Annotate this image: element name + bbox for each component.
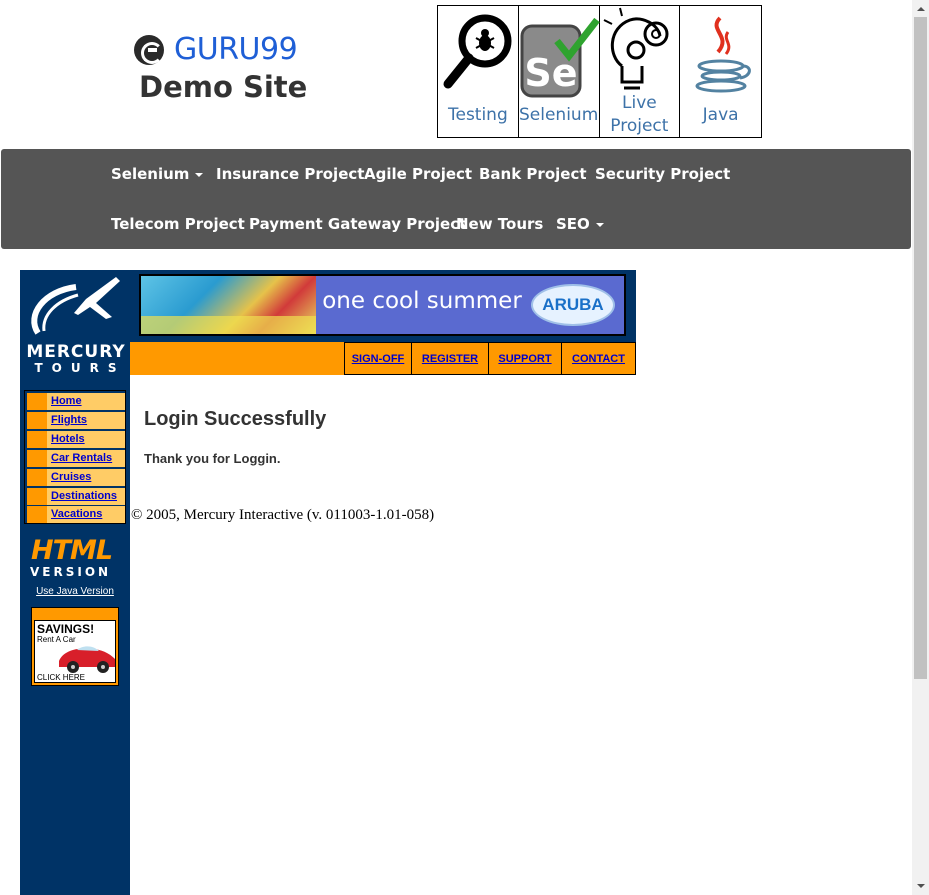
main-navbar: Selenium Insurance Project Agile Project… <box>1 149 911 249</box>
nav-selenium-dropdown[interactable]: Selenium <box>111 165 204 183</box>
savings-title: SAVINGS! <box>37 622 95 636</box>
page-title: Login Successfully <box>144 408 327 430</box>
html-version-logo: HTML VERSION <box>28 535 122 583</box>
register-link[interactable]: REGISTER <box>411 342 489 375</box>
guru99-brand-text: GURU99 <box>174 32 298 67</box>
menu-item-flights[interactable]: Flights <box>27 412 125 429</box>
plane-swoosh-icon <box>31 277 120 335</box>
red-car-icon <box>59 646 115 673</box>
lightbulb-gears-icon <box>603 7 668 90</box>
caret-down-icon <box>195 172 204 177</box>
side-menu: Home Flights Hotels Car Rentals Cruises … <box>24 390 126 524</box>
login-message: Thank you for Loggin. <box>144 451 281 466</box>
copyright-text: © 2005, Mercury Interactive (v. 011003-1… <box>131 507 435 523</box>
nav-selenium-label: Selenium <box>111 165 190 183</box>
scroll-up-arrow-icon[interactable] <box>912 0 929 17</box>
use-java-version-link[interactable]: Use Java Version <box>20 586 130 597</box>
banner-slogan: one cool summer <box>322 288 522 314</box>
tile-live-label-2: Project <box>610 116 669 136</box>
support-label: SUPPORT <box>498 352 552 365</box>
rent-a-car-ad-inner: SAVINGS! Rent A Car CLICK HERE <box>34 620 116 683</box>
support-link[interactable]: SUPPORT <box>488 342 562 375</box>
tile-selenium-label: Selenium <box>518 105 599 125</box>
menu-vacations-label[interactable]: Vacations <box>51 508 102 520</box>
magnifier-bug-icon <box>443 14 512 89</box>
selenium-se-icon: Se <box>520 17 600 98</box>
tile-java[interactable]: Java <box>680 6 761 137</box>
aruba-banner[interactable]: one cool summer ARUBA <box>139 274 626 336</box>
mercury-tours-logo: MERCURY TOURS <box>26 275 126 375</box>
tile-live-label-1: Live <box>622 93 657 113</box>
savings-cta: CLICK HERE <box>37 673 86 682</box>
nav-security-project[interactable]: Security Project <box>595 165 730 183</box>
sign-off-link[interactable]: SIGN-OFF <box>344 342 412 375</box>
menu-destinations-label[interactable]: Destinations <box>51 490 117 502</box>
menu-item-car-rentals[interactable]: Car Rentals <box>27 450 125 467</box>
nav-bank-project[interactable]: Bank Project <box>479 165 587 183</box>
nav-new-tours[interactable]: New Tours <box>456 215 543 233</box>
html-version-big: HTML <box>31 535 113 566</box>
banner-photo <box>141 276 316 334</box>
mercury-brand: MERCURY <box>26 342 126 362</box>
scrollbar-thumb[interactable] <box>914 17 927 679</box>
menu-home-label[interactable]: Home <box>51 395 82 407</box>
tile-live-project[interactable]: Live Project <box>599 6 681 137</box>
tile-testing[interactable]: Testing <box>438 6 519 137</box>
scroll-down-arrow-icon[interactable] <box>912 878 929 895</box>
nav-payment-gateway-project[interactable]: Payment Gateway Project <box>249 215 466 233</box>
nav-seo-dropdown[interactable]: SEO <box>556 215 604 233</box>
tours-brand: TOURS <box>34 361 126 375</box>
menu-item-hotels[interactable]: Hotels <box>27 431 125 448</box>
contact-link[interactable]: CONTACT <box>561 342 636 375</box>
nav-seo-label: SEO <box>556 215 590 233</box>
guru99-brand: GURU99 <box>134 32 298 67</box>
tile-java-label: Java <box>702 105 739 125</box>
guru99-icon <box>134 34 164 65</box>
nav-telecom-project[interactable]: Telecom Project <box>111 215 245 233</box>
guru99-logo[interactable]: GURU99 Demo Site <box>134 28 314 108</box>
vertical-scrollbar[interactable] <box>912 0 929 895</box>
menu-item-destinations[interactable]: Destinations <box>27 488 125 505</box>
aruba-badge: ARUBA <box>531 284 615 326</box>
menu-car-rentals-label[interactable]: Car Rentals <box>51 452 112 464</box>
menu-cruises-label[interactable]: Cruises <box>51 471 91 483</box>
sign-off-label: SIGN-OFF <box>351 352 405 365</box>
menu-item-cruises[interactable]: Cruises <box>27 469 125 486</box>
menu-item-vacations[interactable]: Vacations <box>27 506 125 523</box>
java-cup-icon <box>695 16 752 93</box>
caret-down-icon <box>595 222 604 227</box>
tile-testing-label: Testing <box>447 105 508 125</box>
menu-hotels-label[interactable]: Hotels <box>51 433 85 445</box>
demo-site-title: Demo Site <box>139 70 308 104</box>
contact-label: CONTACT <box>572 352 625 365</box>
nav-agile-project[interactable]: Agile Project <box>364 165 472 183</box>
menu-flights-label[interactable]: Flights <box>51 414 87 426</box>
menu-item-home[interactable]: Home <box>27 393 125 410</box>
nav-insurance-project[interactable]: Insurance Project <box>216 165 364 183</box>
register-label: REGISTER <box>421 352 479 365</box>
course-tiles: Testing Se Selenium Live Project Java <box>437 5 762 138</box>
tile-selenium[interactable]: Se Selenium <box>518 6 600 137</box>
html-version-sub: VERSION <box>30 565 112 579</box>
rent-a-car-ad[interactable]: SAVINGS! Rent A Car CLICK HERE <box>31 607 119 686</box>
